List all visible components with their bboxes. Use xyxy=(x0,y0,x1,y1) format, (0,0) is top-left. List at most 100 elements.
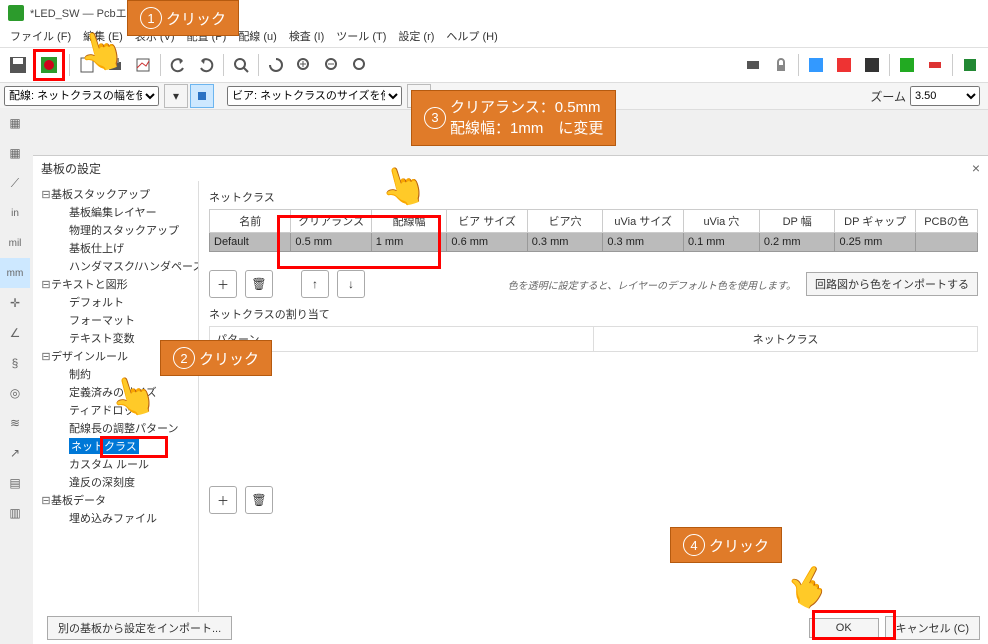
col-clearance: クリアランス xyxy=(291,210,371,233)
callout-2: 2クリック xyxy=(160,340,272,376)
callout-4: 4クリック xyxy=(670,527,782,563)
move-up-button[interactable]: ↑ xyxy=(301,270,329,298)
lock-icon[interactable] xyxy=(768,52,794,78)
col-dpw: DP 幅 xyxy=(759,210,835,233)
menu-file[interactable]: ファイル (F) xyxy=(4,28,77,44)
col-viasize: ビア サイズ xyxy=(447,210,527,233)
col-trackw: 配線幅 xyxy=(371,210,447,233)
col-dpgap: DP ギャップ xyxy=(835,210,916,233)
lt-ang-icon[interactable]: ∠ xyxy=(0,318,30,348)
undo-icon[interactable] xyxy=(165,52,191,78)
tree-stackup-1[interactable]: 物理的スタックアップ xyxy=(33,221,198,239)
via-size-combo[interactable]: ビア: ネットクラスのサイズを使用 xyxy=(227,86,402,106)
col-viahole: ビア穴 xyxy=(527,210,603,233)
col-name: 名前 xyxy=(210,210,291,233)
delete-netclass-button[interactable]: 🗑 xyxy=(245,270,273,298)
menu-route[interactable]: 配線 (u) xyxy=(232,28,283,44)
track-auto-btn[interactable]: ▾ xyxy=(164,84,188,108)
menu-inspect[interactable]: 検査 (I) xyxy=(283,28,330,44)
tree-rules[interactable]: デザインルール xyxy=(51,351,128,363)
cell-clearance[interactable]: 0.5 mm xyxy=(291,233,371,252)
zoom-label: ズーム xyxy=(870,88,906,105)
left-toolbar: ▦ ▦ ⟋ in mil mm ✛ ∠ § ◎ ≋ ↗ ▤ ▥ xyxy=(0,108,30,528)
lt-net-icon[interactable]: § xyxy=(0,348,30,378)
color-hint: 色を透明に設定すると、レイヤーのデフォルト色を使用します。 xyxy=(508,277,796,292)
cell-trackw[interactable]: 1 mm xyxy=(371,233,447,252)
tree-stackup-2[interactable]: 基板仕上げ xyxy=(33,239,198,257)
lt-zone-icon[interactable]: ▤ xyxy=(0,468,30,498)
lt-track-icon[interactable]: ↗ xyxy=(0,438,30,468)
add-pattern-button[interactable]: ＋ xyxy=(209,486,237,514)
tree-stackup-3[interactable]: ハンダマスク/ハンダペースト xyxy=(33,257,198,275)
tree-text-0[interactable]: デフォルト xyxy=(33,293,198,311)
menu-prefs[interactable]: 設定 (r) xyxy=(392,28,440,44)
tree-stackup[interactable]: 基板スタックアップ xyxy=(51,189,150,201)
cell-color[interactable] xyxy=(916,233,978,252)
assign-col-netclass: ネットクラス xyxy=(594,326,978,352)
script-icon[interactable] xyxy=(957,52,983,78)
tool-d-icon[interactable] xyxy=(894,52,920,78)
lt-in-icon[interactable]: in xyxy=(0,198,30,228)
callout-3: 3クリアランス：0.5mm配線幅：1mm に変更 xyxy=(411,90,616,146)
lt-pad-icon[interactable]: ◎ xyxy=(0,378,30,408)
track-width-combo[interactable]: 配線: ネットクラスの幅を使用 xyxy=(4,86,159,106)
lt-grid2-icon[interactable]: ▦ xyxy=(0,138,30,168)
save-icon[interactable] xyxy=(5,52,31,78)
delete-pattern-button[interactable]: 🗑 xyxy=(245,486,273,514)
lt-layer-icon[interactable]: ▥ xyxy=(0,498,30,528)
tree-data[interactable]: 基板データ xyxy=(51,495,106,507)
plot-icon[interactable] xyxy=(130,52,156,78)
app-logo xyxy=(8,5,24,21)
track-use-btn[interactable] xyxy=(190,84,214,108)
tree-data-0[interactable]: 埋め込みファイル xyxy=(33,509,198,527)
cell-dpgap[interactable]: 0.25 mm xyxy=(835,233,916,252)
tree-text[interactable]: テキストと図形 xyxy=(51,279,128,291)
tree-stackup-0[interactable]: 基板編集レイヤー xyxy=(33,203,198,221)
lt-mm-icon[interactable]: mm xyxy=(0,258,30,288)
lt-mil-icon[interactable]: mil xyxy=(0,228,30,258)
drc-icon[interactable] xyxy=(922,52,948,78)
cell-name[interactable]: Default xyxy=(210,233,291,252)
cell-viasize[interactable]: 0.6 mm xyxy=(447,233,527,252)
callout-1: 1クリック xyxy=(127,0,239,36)
col-uviasize: uVia サイズ xyxy=(603,210,684,233)
add-netclass-button[interactable]: ＋ xyxy=(209,270,237,298)
move-down-button[interactable]: ↓ xyxy=(337,270,365,298)
tree-rules-6[interactable]: 違反の深刻度 xyxy=(33,473,198,491)
zoom-in-icon[interactable] xyxy=(291,52,317,78)
dialog-close-icon[interactable]: × xyxy=(972,160,980,176)
cancel-button[interactable]: キャンセル (C) xyxy=(885,616,980,640)
tool-b-icon[interactable] xyxy=(831,52,857,78)
refresh-icon[interactable] xyxy=(263,52,289,78)
tree-text-1[interactable]: フォーマット xyxy=(33,311,198,329)
main-toolbar xyxy=(0,48,988,83)
tool-c-icon[interactable] xyxy=(859,52,885,78)
lt-grid-icon[interactable]: ▦ xyxy=(0,108,30,138)
zoom-fit-icon[interactable] xyxy=(347,52,373,78)
zoom-out-icon[interactable] xyxy=(319,52,345,78)
cell-dpw[interactable]: 0.2 mm xyxy=(759,233,835,252)
zoom-combo[interactable]: 3.50 xyxy=(910,86,980,106)
find-icon[interactable] xyxy=(228,52,254,78)
import-from-board-button[interactable]: 別の基板から設定をインポート... xyxy=(47,616,232,640)
netclass-table: 名前 クリアランス 配線幅 ビア サイズ ビア穴 uVia サイズ uVia 穴… xyxy=(209,209,978,252)
col-color: PCBの色 xyxy=(916,210,978,233)
cell-uviahole[interactable]: 0.1 mm xyxy=(683,233,759,252)
menu-tools[interactable]: ツール (T) xyxy=(330,28,392,44)
board-setup-icon[interactable] xyxy=(33,49,65,81)
import-colors-button[interactable]: 回路図から色をインポートする xyxy=(806,272,978,296)
lt-via-icon[interactable]: ≋ xyxy=(0,408,30,438)
lt-cursor-icon[interactable]: ✛ xyxy=(0,288,30,318)
cell-uviasize[interactable]: 0.3 mm xyxy=(603,233,684,252)
tool-a-icon[interactable] xyxy=(803,52,829,78)
tree-rules-5[interactable]: カスタム ルール xyxy=(33,455,198,473)
menu-help[interactable]: ヘルプ (H) xyxy=(440,28,503,44)
tree-rules-4[interactable]: ネットクラス xyxy=(33,437,198,455)
redo-icon[interactable] xyxy=(193,52,219,78)
fp-icon[interactable] xyxy=(740,52,766,78)
netclass-label: ネットクラス xyxy=(209,189,978,205)
lt-axis-icon[interactable]: ⟋ xyxy=(0,168,30,198)
cell-viahole[interactable]: 0.3 mm xyxy=(527,233,603,252)
ok-button[interactable]: OK xyxy=(809,618,879,638)
assign-label: ネットクラスの割り当て xyxy=(209,306,978,322)
